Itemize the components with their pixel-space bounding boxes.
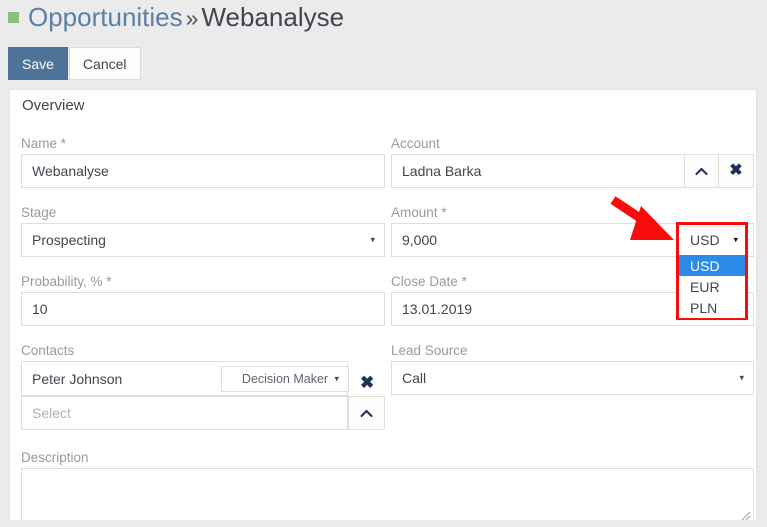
currency-option-eur[interactable]: EUR — [679, 276, 745, 297]
description-textarea[interactable] — [21, 468, 754, 524]
account-clear-button[interactable]: ✖ — [718, 154, 754, 188]
currency-option-list: USD EUR PLN — [679, 255, 745, 318]
close-x-icon: ✖ — [729, 162, 743, 179]
action-toolbar: Save Cancel — [8, 47, 141, 80]
probability-input[interactable]: 10 — [21, 292, 385, 326]
caret-up-icon — [360, 409, 373, 417]
page-bottom-strip — [0, 520, 767, 527]
account-expand-button[interactable] — [684, 154, 719, 188]
contact-select-input[interactable]: Select — [21, 396, 348, 430]
contacts-label: Contacts — [21, 343, 75, 358]
breadcrumb-current: Webanalyse — [201, 2, 345, 32]
contacts-collapse-button[interactable] — [348, 396, 385, 430]
account-label: Account — [391, 136, 440, 151]
description-label: Description — [21, 450, 89, 465]
chevron-down-icon: ▾ — [370, 234, 375, 245]
breadcrumb-separator: » — [185, 5, 199, 31]
stage-label: Stage — [21, 205, 57, 220]
currency-dropdown[interactable]: USD ▾ USD EUR PLN — [676, 222, 748, 320]
breadcrumb: Opportunities» Webanalyse — [8, 0, 344, 35]
currency-dropdown-toggle[interactable]: USD ▾ — [679, 225, 745, 255]
save-button[interactable]: Save — [8, 47, 68, 80]
chevron-down-icon: ▾ — [733, 234, 738, 244]
app-root: Opportunities» Webanalyse Save Cancel Ove… — [0, 0, 767, 527]
cancel-button[interactable]: Cancel — [68, 47, 141, 80]
currency-option-pln[interactable]: PLN — [679, 297, 745, 318]
page-header: Opportunities» Webanalyse Save Cancel — [0, 0, 767, 89]
contact-name: Peter Johnson — [32, 370, 123, 387]
lead-source-select[interactable]: Call ▾ — [391, 361, 754, 395]
currency-selected-value: USD — [690, 231, 720, 248]
stage-value: Prospecting — [32, 232, 106, 248]
overview-panel: Overview Name * Webanalyse Stage Prospec… — [9, 89, 757, 527]
chevron-down-icon: ▾ — [739, 372, 744, 383]
caret-up-icon — [695, 167, 708, 175]
lead-source-value: Call — [402, 370, 427, 386]
remove-contact-button[interactable]: ✖ — [360, 374, 374, 391]
name-input[interactable]: Webanalyse — [21, 154, 385, 188]
currency-option-usd[interactable]: USD — [679, 255, 745, 276]
contact-role-select[interactable]: Decision Maker ▾ — [221, 366, 349, 392]
stage-select[interactable]: Prospecting ▾ — [21, 223, 385, 257]
panel-title: Overview — [22, 97, 85, 114]
chevron-down-icon: ▾ — [334, 373, 339, 384]
name-label: Name * — [21, 136, 67, 151]
account-input[interactable]: Ladna Barka — [391, 154, 685, 188]
module-bullet-icon — [8, 12, 19, 23]
lead-source-label: Lead Source — [391, 343, 468, 358]
amount-label: Amount * — [391, 205, 447, 220]
probability-label: Probability, % * — [21, 274, 112, 289]
contact-role-value: Decision Maker — [241, 372, 329, 386]
breadcrumb-root-link[interactable]: Opportunities — [28, 2, 183, 32]
close-date-label: Close Date * — [391, 274, 467, 289]
